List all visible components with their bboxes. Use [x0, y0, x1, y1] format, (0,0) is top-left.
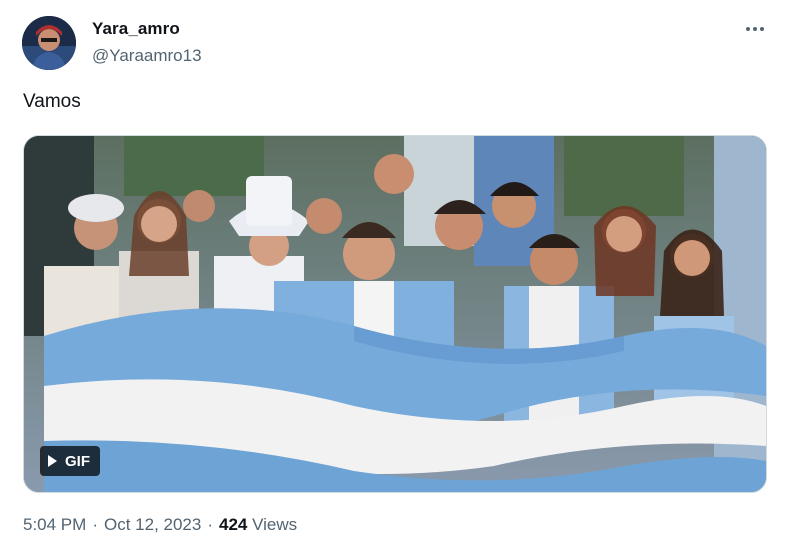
more-horizontal-icon: [746, 27, 750, 31]
gif-media[interactable]: [23, 135, 767, 493]
play-icon: [48, 455, 57, 467]
author-handle[interactable]: @Yaraamro13: [92, 46, 202, 66]
tweet-text: Vamos: [23, 91, 81, 112]
more-dot: [753, 27, 757, 31]
gif-label: GIF: [65, 452, 90, 470]
meta-separator: ·: [207, 515, 213, 534]
more-dot: [760, 27, 764, 31]
tweet-time[interactable]: 5:04 PM: [23, 515, 86, 534]
avatar[interactable]: [22, 16, 76, 70]
author-display-name[interactable]: Yara_amro: [92, 19, 180, 39]
gif-image: [24, 136, 766, 492]
meta-separator: ·: [92, 515, 98, 534]
tweet-metadata: 5:04 PM · Oct 12, 2023 · 424 Views: [23, 515, 297, 535]
tweet-card: Yara_amro @Yaraamro13 Vamos GIF 5:04 PM …: [0, 0, 790, 557]
views-count: 424: [219, 515, 248, 534]
tweet-date[interactable]: Oct 12, 2023: [104, 515, 201, 534]
more-options-button[interactable]: [738, 18, 772, 40]
views-label: Views: [252, 515, 298, 534]
gif-badge[interactable]: GIF: [40, 446, 100, 476]
avatar-image: [22, 16, 76, 70]
